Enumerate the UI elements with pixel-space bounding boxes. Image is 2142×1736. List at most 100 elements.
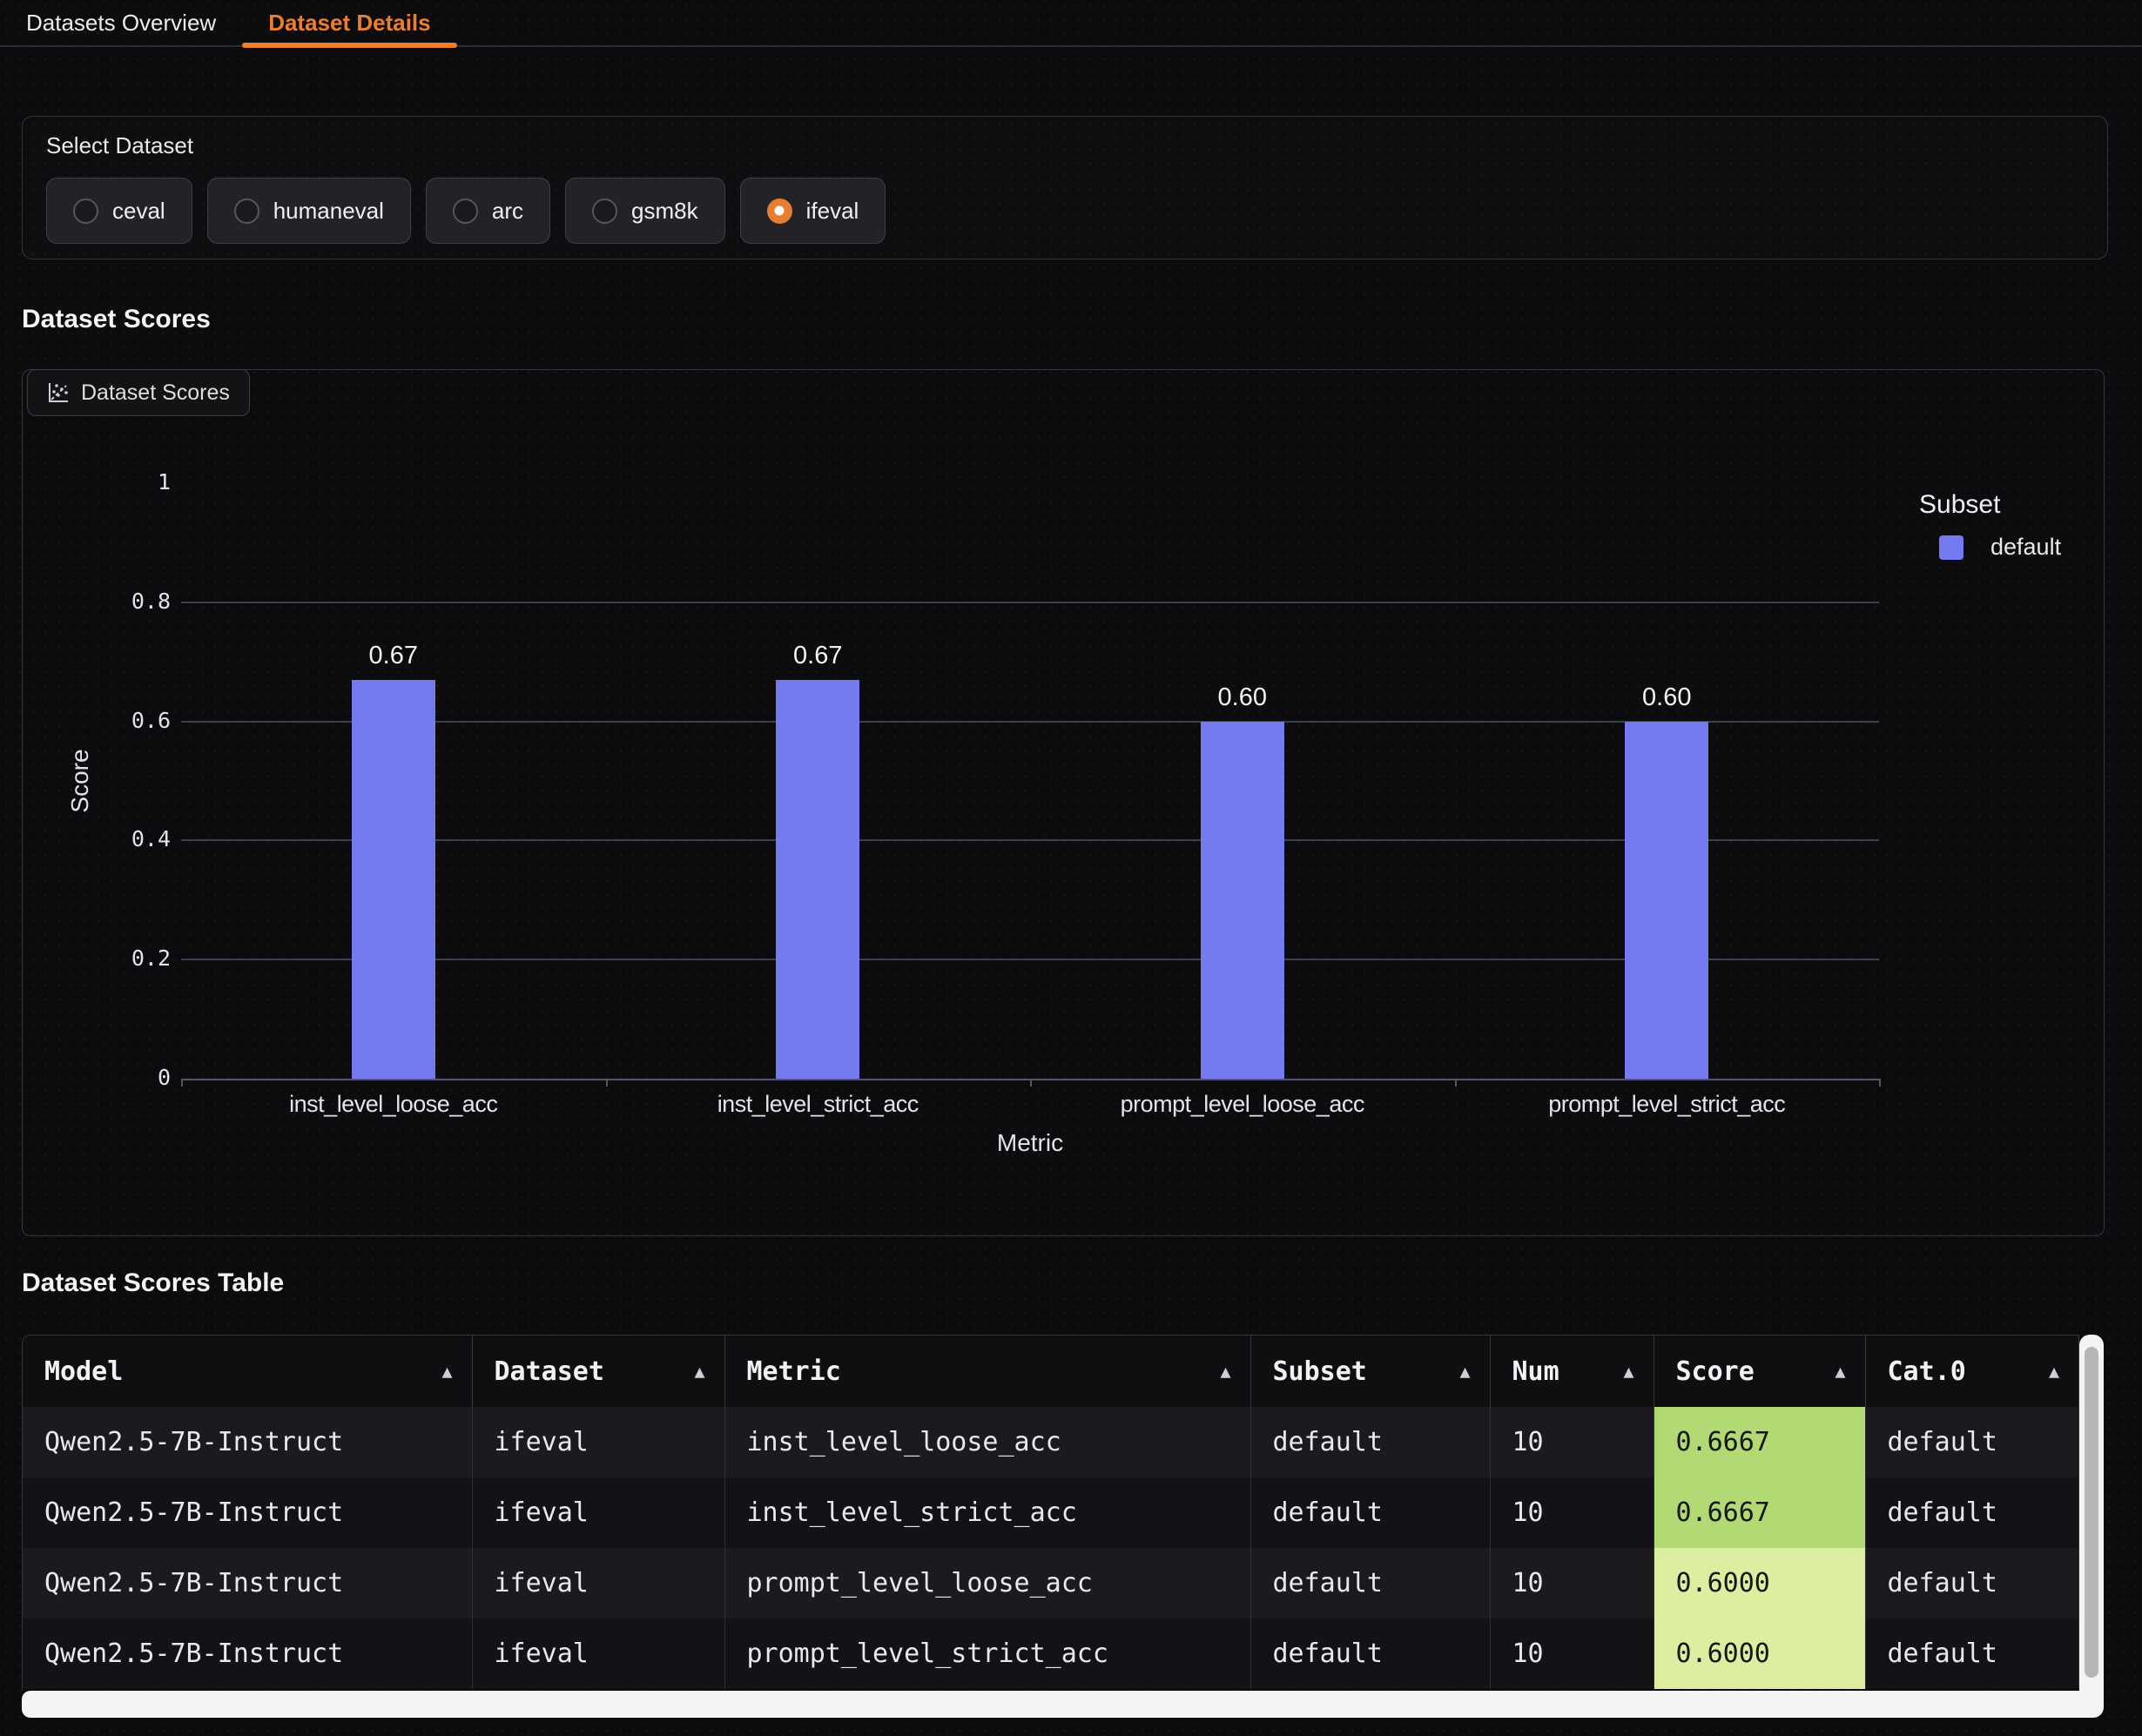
bar-prompt_level_strict_acc[interactable] [1625,722,1708,1079]
cell-subset[interactable]: default [1250,1548,1490,1618]
table-content: Model▲Dataset▲Metric▲Subset▲Num▲Score▲Ca… [22,1335,2079,1691]
radio-unselected-icon [453,198,478,224]
legend-item-default[interactable]: default [1919,534,2061,561]
column-header-label: Score [1676,1356,1755,1387]
radio-option-humaneval[interactable]: humaneval [207,178,411,244]
radio-option-gsm8k[interactable]: gsm8k [565,178,725,244]
cell-score[interactable]: 0.6000 [1654,1618,1865,1689]
cell-model[interactable]: Qwen2.5-7B-Instruct [23,1548,472,1618]
cell-model[interactable]: Qwen2.5-7B-Instruct [23,1477,472,1548]
bar-chart-plot: 00.20.40.60.810.67inst_level_loose_acc0.… [23,370,2104,1235]
x-axis-category-label: inst_level_loose_acc [181,1091,606,1118]
column-header-model[interactable]: Model ▲ [23,1336,472,1407]
chart-tab-label: Dataset Scores [81,380,230,406]
column-header-subset[interactable]: Subset ▲ [1250,1336,1490,1407]
legend-swatch-icon [1939,535,1964,560]
column-header-label: Metric [747,1356,841,1387]
radio-option-ceval[interactable]: ceval [46,178,192,244]
cell-metric[interactable]: prompt_level_loose_acc [724,1548,1250,1618]
cell-subset[interactable]: default [1250,1477,1490,1548]
x-axis-category-label: prompt_level_strict_acc [1455,1091,1880,1118]
radio-option-label: arc [492,198,523,225]
legend-title: Subset [1919,490,2061,520]
cell-metric[interactable]: inst_level_strict_acc [724,1477,1250,1548]
sort-asc-icon[interactable]: ▲ [2049,1361,2059,1382]
app-screen: Datasets Overview Dataset Details Select… [0,0,2142,1736]
cell-dataset[interactable]: ifeval [472,1477,724,1548]
column-header-num[interactable]: Num ▲ [1490,1336,1654,1407]
column-header-label: Num [1512,1356,1559,1387]
x-axis-category-label: inst_level_strict_acc [606,1091,1031,1118]
cell-subset[interactable]: default [1250,1407,1490,1477]
column-header-metric[interactable]: Metric ▲ [724,1336,1250,1407]
column-header-dataset[interactable]: Dataset ▲ [472,1336,724,1407]
y-axis-tick-label: 0.2 [57,945,171,971]
sort-asc-icon[interactable]: ▲ [441,1361,452,1382]
cell-num[interactable]: 10 [1490,1548,1654,1618]
bar-value-label: 0.60 [1580,683,1754,712]
bar-inst_level_strict_acc[interactable] [776,680,859,1079]
cell-cat0[interactable]: default [1865,1477,2079,1548]
cell-num[interactable]: 10 [1490,1477,1654,1548]
y-axis-tick-label: 0.6 [57,708,171,733]
sort-asc-icon[interactable]: ▲ [1835,1361,1845,1382]
cell-score[interactable]: 0.6667 [1654,1477,1865,1548]
y-axis-tick-label: 1 [57,469,171,495]
radio-selected-icon [767,198,792,224]
sort-asc-icon[interactable]: ▲ [694,1361,704,1382]
radio-option-label: ifeval [806,198,859,225]
table-row: Qwen2.5-7B-Instructifevalinst_level_loos… [23,1407,2079,1477]
y-axis-title: Score [66,749,94,812]
vertical-scrollbar[interactable] [2079,1335,2104,1718]
column-header-label: Model [44,1356,123,1387]
sort-asc-icon[interactable]: ▲ [1220,1361,1230,1382]
bar-value-label: 0.67 [731,642,905,670]
bar-prompt_level_loose_acc[interactable] [1201,722,1284,1079]
dataset-radio-group: cevalhumaneval arc gsm8k ifeval [46,178,2084,244]
legend-label: default [1990,534,2061,561]
tab-dataset-details[interactable]: Dataset Details [242,0,456,46]
x-axis-category-label: prompt_level_loose_acc [1030,1091,1455,1118]
tab-datasets-overview[interactable]: Datasets Overview [0,0,242,46]
sort-asc-icon[interactable]: ▲ [1459,1361,1470,1382]
column-header-cat0[interactable]: Cat.0 ▲ [1865,1336,2079,1407]
y-axis-tick-label: 0.8 [57,589,171,614]
cell-metric[interactable]: prompt_level_strict_acc [724,1618,1250,1689]
cell-model[interactable]: Qwen2.5-7B-Instruct [23,1407,472,1477]
x-axis-tick [606,1079,608,1087]
scatter-chart-icon [47,381,70,404]
bar-inst_level_loose_acc[interactable] [352,680,435,1079]
column-header-score[interactable]: Score ▲ [1654,1336,1865,1407]
column-header-label: Cat.0 [1888,1356,1966,1387]
table-row: Qwen2.5-7B-Instructifevalprompt_level_lo… [23,1548,2079,1618]
bar-value-label: 0.67 [306,642,481,670]
radio-option-ifeval[interactable]: ifeval [740,178,886,244]
table-row: Qwen2.5-7B-Instructifevalprompt_level_st… [23,1618,2079,1689]
cell-num[interactable]: 10 [1490,1407,1654,1477]
column-header-label: Dataset [495,1356,604,1387]
cell-cat0[interactable]: default [1865,1407,2079,1477]
sort-asc-icon[interactable]: ▲ [1623,1361,1633,1382]
table-row: Qwen2.5-7B-Instructifevalinst_level_stri… [23,1477,2079,1548]
cell-num[interactable]: 10 [1490,1618,1654,1689]
radio-option-arc[interactable]: arc [426,178,550,244]
radio-unselected-icon [592,198,617,224]
cell-score[interactable]: 0.6000 [1654,1548,1865,1618]
y-axis-tick-label: 0.4 [57,826,171,851]
x-axis-tick [1879,1079,1881,1087]
cell-dataset[interactable]: ifeval [472,1407,724,1477]
cell-metric[interactable]: inst_level_loose_acc [724,1407,1250,1477]
cell-model[interactable]: Qwen2.5-7B-Instruct [23,1618,472,1689]
cell-score[interactable]: 0.6667 [1654,1407,1865,1477]
x-axis-tick [1030,1079,1032,1087]
column-header-label: Subset [1273,1356,1367,1387]
cell-cat0[interactable]: default [1865,1618,2079,1689]
vertical-scrollbar-thumb[interactable] [2085,1347,2098,1678]
cell-dataset[interactable]: ifeval [472,1548,724,1618]
horizontal-scrollbar[interactable] [22,1691,2079,1718]
cell-dataset[interactable]: ifeval [472,1618,724,1689]
chart-tab-button[interactable]: Dataset Scores [27,369,250,416]
cell-cat0[interactable]: default [1865,1548,2079,1618]
x-axis-tick [1455,1079,1457,1087]
cell-subset[interactable]: default [1250,1618,1490,1689]
